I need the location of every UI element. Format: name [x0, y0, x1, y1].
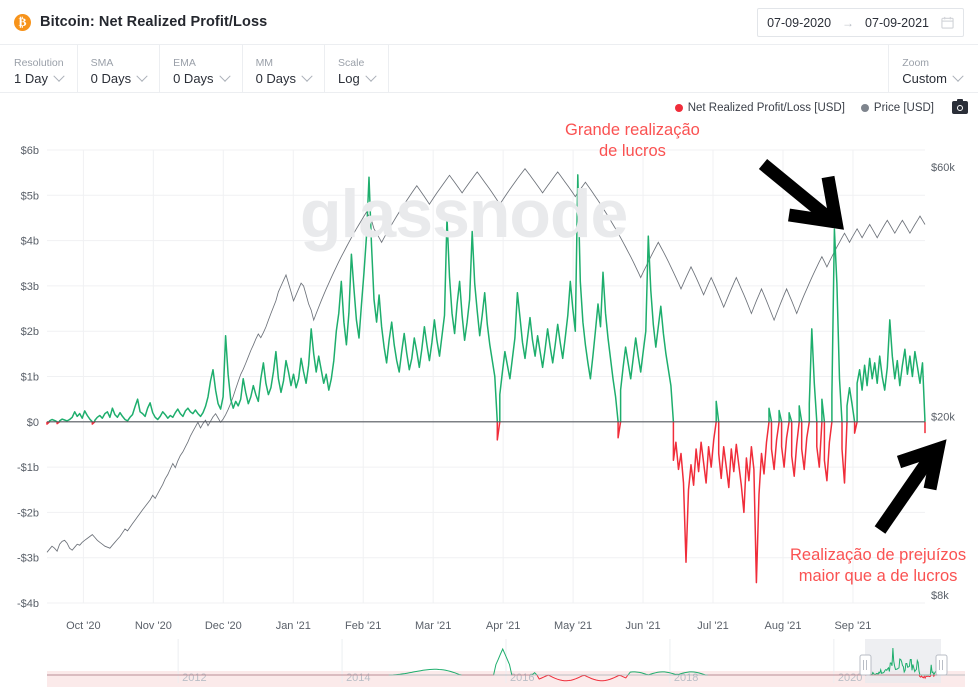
legend-color-dot [675, 104, 683, 112]
chevron-down-icon [301, 70, 312, 81]
glassnode-chart-app: ₿ Bitcoin: Net Realized Profit/Loss 07-0… [0, 0, 978, 694]
chart-navigator[interactable]: 2012 2014 2016 2018 2020 [0, 635, 978, 694]
annotation-line-1: Realização de prejuízos [790, 545, 966, 566]
x-axis-tick-label: Oct '20 [66, 620, 101, 632]
control-mm[interactable]: MM 0 Days [243, 45, 325, 92]
chart-toolbar: Resolution 1 Day SMA 0 Days EMA 0 Days M… [0, 45, 978, 93]
chevron-down-icon [136, 70, 147, 81]
chevron-down-icon [219, 70, 230, 81]
control-ema[interactable]: EMA 0 Days [160, 45, 242, 92]
chevron-down-icon [53, 70, 64, 81]
control-sma-value[interactable]: 0 Days [91, 71, 146, 87]
navigator-left-handle[interactable] [860, 655, 871, 675]
date-range-arrow-icon: → [842, 16, 854, 30]
navigator-year-label: 2012 [182, 672, 206, 684]
y-axis-tick-label: -$4b [17, 598, 39, 610]
navigator-year-label: 2020 [838, 672, 862, 684]
control-resolution-value[interactable]: 1 Day [14, 71, 64, 87]
y2-axis-tick-label: $60k [931, 162, 955, 174]
date-range-picker[interactable]: 07-09-2020 → 07-09-2021 [757, 8, 964, 37]
annotation-line-2: de lucros [565, 141, 700, 162]
control-mm-value[interactable]: 0 Days [256, 71, 311, 87]
x-axis-tick-label: Mar '21 [415, 620, 451, 632]
y-axis-tick-label: $0 [27, 417, 39, 429]
control-mm-text: 0 Days [256, 71, 296, 87]
y-axis-tick-label: $1b [21, 372, 39, 384]
control-scale[interactable]: Scale Log [325, 45, 389, 92]
y-axis-tick-label: $5b [21, 190, 39, 202]
control-zoom[interactable]: Zoom Custom [889, 45, 978, 92]
date-from[interactable]: 07-09-2020 [767, 16, 831, 30]
y2-axis-tick-label: $20k [931, 411, 955, 423]
control-scale-text: Log [338, 71, 360, 87]
legend-item-net-realized-profit-loss[interactable]: Net Realized Profit/Loss [USD] [675, 102, 845, 114]
x-axis-tick-label: Feb '21 [345, 620, 381, 632]
control-sma[interactable]: SMA 0 Days [78, 45, 160, 92]
y-axis-tick-label: -$1b [17, 462, 39, 474]
x-axis-tick-label: Apr '21 [486, 620, 521, 632]
control-scale-value[interactable]: Log [338, 71, 375, 87]
x-axis-tick-label: Jan '21 [276, 620, 311, 632]
price-series-line [47, 169, 925, 553]
x-axis-tick-label: May '21 [554, 620, 592, 632]
y-axis-tick-label: $3b [21, 281, 39, 293]
chevron-down-icon [952, 70, 963, 81]
camera-icon[interactable] [952, 101, 968, 114]
legend-label: Net Realized Profit/Loss [USD] [688, 102, 845, 114]
x-axis-tick-label: Dec '20 [205, 620, 242, 632]
legend-color-dot [861, 104, 869, 112]
chevron-down-icon [365, 70, 376, 81]
y-axis-tick-label: $6b [21, 145, 39, 157]
x-axis-tick-label: Jun '21 [625, 620, 660, 632]
bitcoin-icon: ₿ [14, 14, 31, 31]
net-realized-profit-series-line [50, 175, 926, 422]
y-axis-tick-label: $4b [21, 236, 39, 248]
chart-legend: Net Realized Profit/Loss [USD] Price [US… [659, 101, 968, 114]
control-zoom-value[interactable]: Custom [902, 71, 962, 87]
y-axis-tick-label: $2b [21, 326, 39, 338]
toolbar-spacer [389, 45, 889, 92]
control-zoom-label: Zoom [902, 57, 962, 70]
control-resolution-text: 1 Day [14, 71, 48, 87]
legend-item-price[interactable]: Price [USD] [861, 102, 934, 114]
y-axis-tick-label: -$3b [17, 553, 39, 565]
x-axis-tick-label: Sep '21 [834, 620, 871, 632]
navigator-year-label: 2016 [510, 672, 534, 684]
navigator-year-label: 2018 [674, 672, 698, 684]
annotation-grande-realizacao-de-lucros: Grande realização de lucros [565, 120, 700, 162]
date-to[interactable]: 07-09-2021 [865, 16, 929, 30]
x-axis-tick-label: Nov '20 [135, 620, 172, 632]
control-resolution[interactable]: Resolution 1 Day [0, 45, 78, 92]
x-axis-tick-label: Jul '21 [697, 620, 728, 632]
control-zoom-text: Custom [902, 71, 947, 87]
control-sma-label: SMA [91, 57, 146, 70]
chart-header: ₿ Bitcoin: Net Realized Profit/Loss 07-0… [0, 0, 978, 45]
y2-axis-tick-label: $8k [931, 590, 949, 602]
control-ema-label: EMA [173, 57, 228, 70]
page-title: Bitcoin: Net Realized Profit/Loss [40, 14, 267, 30]
control-ema-text: 0 Days [173, 71, 213, 87]
control-mm-label: MM [256, 57, 311, 70]
navigator-right-handle[interactable] [936, 655, 947, 675]
control-scale-label: Scale [338, 57, 375, 70]
navigator-year-label: 2014 [346, 672, 370, 684]
control-resolution-label: Resolution [14, 57, 64, 70]
annotation-realizacao-de-prejuizos: Realização de prejuízos maior que a de l… [790, 545, 966, 587]
x-axis-tick-label: Aug '21 [764, 620, 801, 632]
legend-label: Price [USD] [874, 102, 934, 114]
calendar-icon[interactable] [941, 16, 954, 29]
annotation-line-2: maior que a de lucros [790, 566, 966, 587]
control-sma-text: 0 Days [91, 71, 131, 87]
y-axis-tick-label: -$2b [17, 507, 39, 519]
annotation-line-1: Grande realização [565, 120, 700, 141]
control-ema-value[interactable]: 0 Days [173, 71, 228, 87]
navigator-svg[interactable]: 2012 2014 2016 2018 2020 [0, 635, 978, 694]
